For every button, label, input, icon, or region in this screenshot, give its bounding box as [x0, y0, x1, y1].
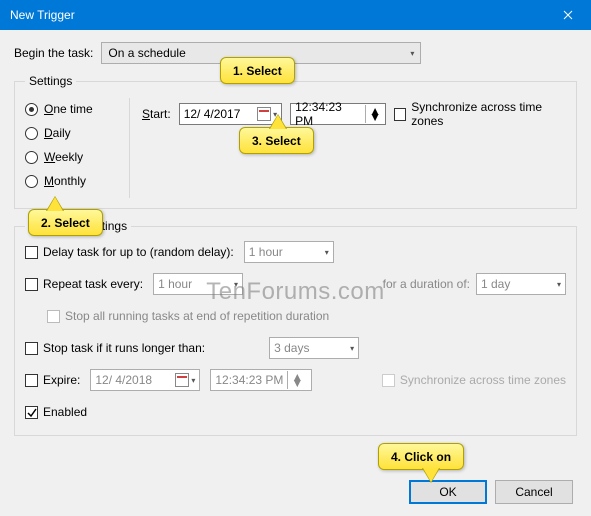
begin-task-value: On a schedule	[108, 46, 185, 60]
sync-timezones-checkbox[interactable]: Synchronize across time zones	[394, 100, 566, 128]
radio-weekly[interactable]: Weekly	[25, 150, 125, 164]
expire-date-picker[interactable]: 12/ 4/2018 ▾	[90, 369, 200, 391]
checkbox-icon	[25, 406, 38, 419]
expire-checkbox[interactable]: Expire:	[25, 373, 80, 387]
chevron-down-icon: ▾	[410, 49, 414, 58]
radio-one-time[interactable]: One time	[25, 102, 125, 116]
expire-sync-timezones-checkbox: Synchronize across time zones	[382, 373, 566, 387]
checkbox-icon	[25, 342, 38, 355]
close-button[interactable]	[545, 0, 591, 30]
duration-label: for a duration of:	[383, 277, 470, 291]
stop-at-end-checkbox: Stop all running tasks at end of repetit…	[47, 309, 329, 323]
repeat-value-dropdown[interactable]: 1 hour ▾	[153, 273, 243, 295]
expire-time-picker[interactable]: 12:34:23 PM ▲▼	[210, 369, 312, 391]
repeat-task-checkbox[interactable]: Repeat task every:	[25, 277, 143, 291]
begin-task-label: Begin the task:	[14, 46, 93, 60]
delay-value-dropdown[interactable]: 1 hour ▾	[244, 241, 334, 263]
radio-icon	[25, 175, 38, 188]
start-label: Start:	[142, 107, 171, 121]
cancel-button[interactable]: Cancel	[495, 480, 573, 504]
chevron-down-icon: ▾	[350, 344, 354, 353]
start-time-picker[interactable]: 12:34:23 PM ▲▼	[290, 103, 386, 125]
enabled-checkbox[interactable]: Enabled	[25, 405, 87, 419]
radio-icon	[25, 127, 38, 140]
checkbox-icon	[394, 108, 406, 121]
callout-1: 1. Select	[220, 57, 295, 84]
chevron-down-icon: ▾	[325, 248, 329, 257]
stop-if-value-dropdown[interactable]: 3 days ▾	[269, 337, 359, 359]
checkbox-icon	[25, 246, 38, 259]
ok-button[interactable]: OK	[409, 480, 487, 504]
spinner-icon: ▲▼	[365, 105, 381, 123]
settings-legend: Settings	[25, 74, 76, 88]
checkbox-icon	[25, 278, 38, 291]
duration-value-dropdown[interactable]: 1 day ▾	[476, 273, 566, 295]
window-title: New Trigger	[10, 8, 545, 22]
radio-daily[interactable]: Daily	[25, 126, 125, 140]
chevron-down-icon: ▾	[557, 280, 561, 289]
chevron-down-icon: ▾	[234, 280, 238, 289]
titlebar: New Trigger	[0, 0, 591, 30]
delay-task-checkbox[interactable]: Delay task for up to (random delay):	[25, 245, 234, 259]
radio-icon	[25, 103, 38, 116]
dialog-content: Begin the task: On a schedule ▾ Settings…	[0, 30, 591, 516]
close-icon	[563, 10, 573, 20]
checkbox-icon	[25, 374, 38, 387]
start-date-picker[interactable]: 12/ 4/2017 ▾	[179, 103, 282, 125]
radio-monthly[interactable]: Monthly	[25, 174, 125, 188]
checkbox-icon	[382, 374, 395, 387]
callout-2: 2. Select	[28, 209, 103, 236]
callout-3: 3. Select	[239, 127, 314, 154]
checkbox-icon	[47, 310, 60, 323]
stop-if-longer-checkbox[interactable]: Stop task if it runs longer than:	[25, 341, 205, 355]
radio-icon	[25, 151, 38, 164]
spinner-icon: ▲▼	[287, 371, 303, 389]
advanced-settings-group: Advanced settings Delay task for up to (…	[14, 219, 577, 436]
divider	[129, 98, 130, 198]
calendar-icon	[175, 373, 189, 387]
callout-4: 4. Click on	[378, 443, 464, 470]
